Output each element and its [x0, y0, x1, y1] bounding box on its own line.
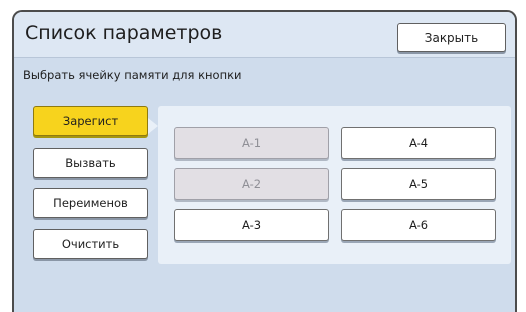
close-button[interactable]: Закрыть: [397, 23, 506, 52]
memory-slot-a3-button[interactable]: A-3: [174, 209, 329, 241]
instruction-text: Выбрать ячейку памяти для кнопки: [23, 68, 242, 82]
page-title: Список параметров: [25, 22, 223, 44]
memory-slot-a1-button[interactable]: A-1: [174, 127, 329, 159]
clear-button[interactable]: Очистить: [33, 229, 148, 259]
rename-button[interactable]: Переименов: [33, 188, 148, 218]
dialog-window: Список параметров Закрыть Выбрать ячейку…: [12, 10, 517, 312]
recall-button[interactable]: Вызвать: [33, 148, 148, 178]
memory-slot-a5-button[interactable]: A-5: [341, 168, 496, 200]
memory-slot-a2-button[interactable]: A-2: [174, 168, 329, 200]
selection-pointer: [148, 118, 158, 134]
dialog-header: Список параметров Закрыть: [14, 12, 515, 58]
memory-slot-a4-button[interactable]: A-4: [341, 127, 496, 159]
memory-slot-a6-button[interactable]: A-6: [341, 209, 496, 241]
register-button[interactable]: Зарегист: [33, 106, 148, 136]
